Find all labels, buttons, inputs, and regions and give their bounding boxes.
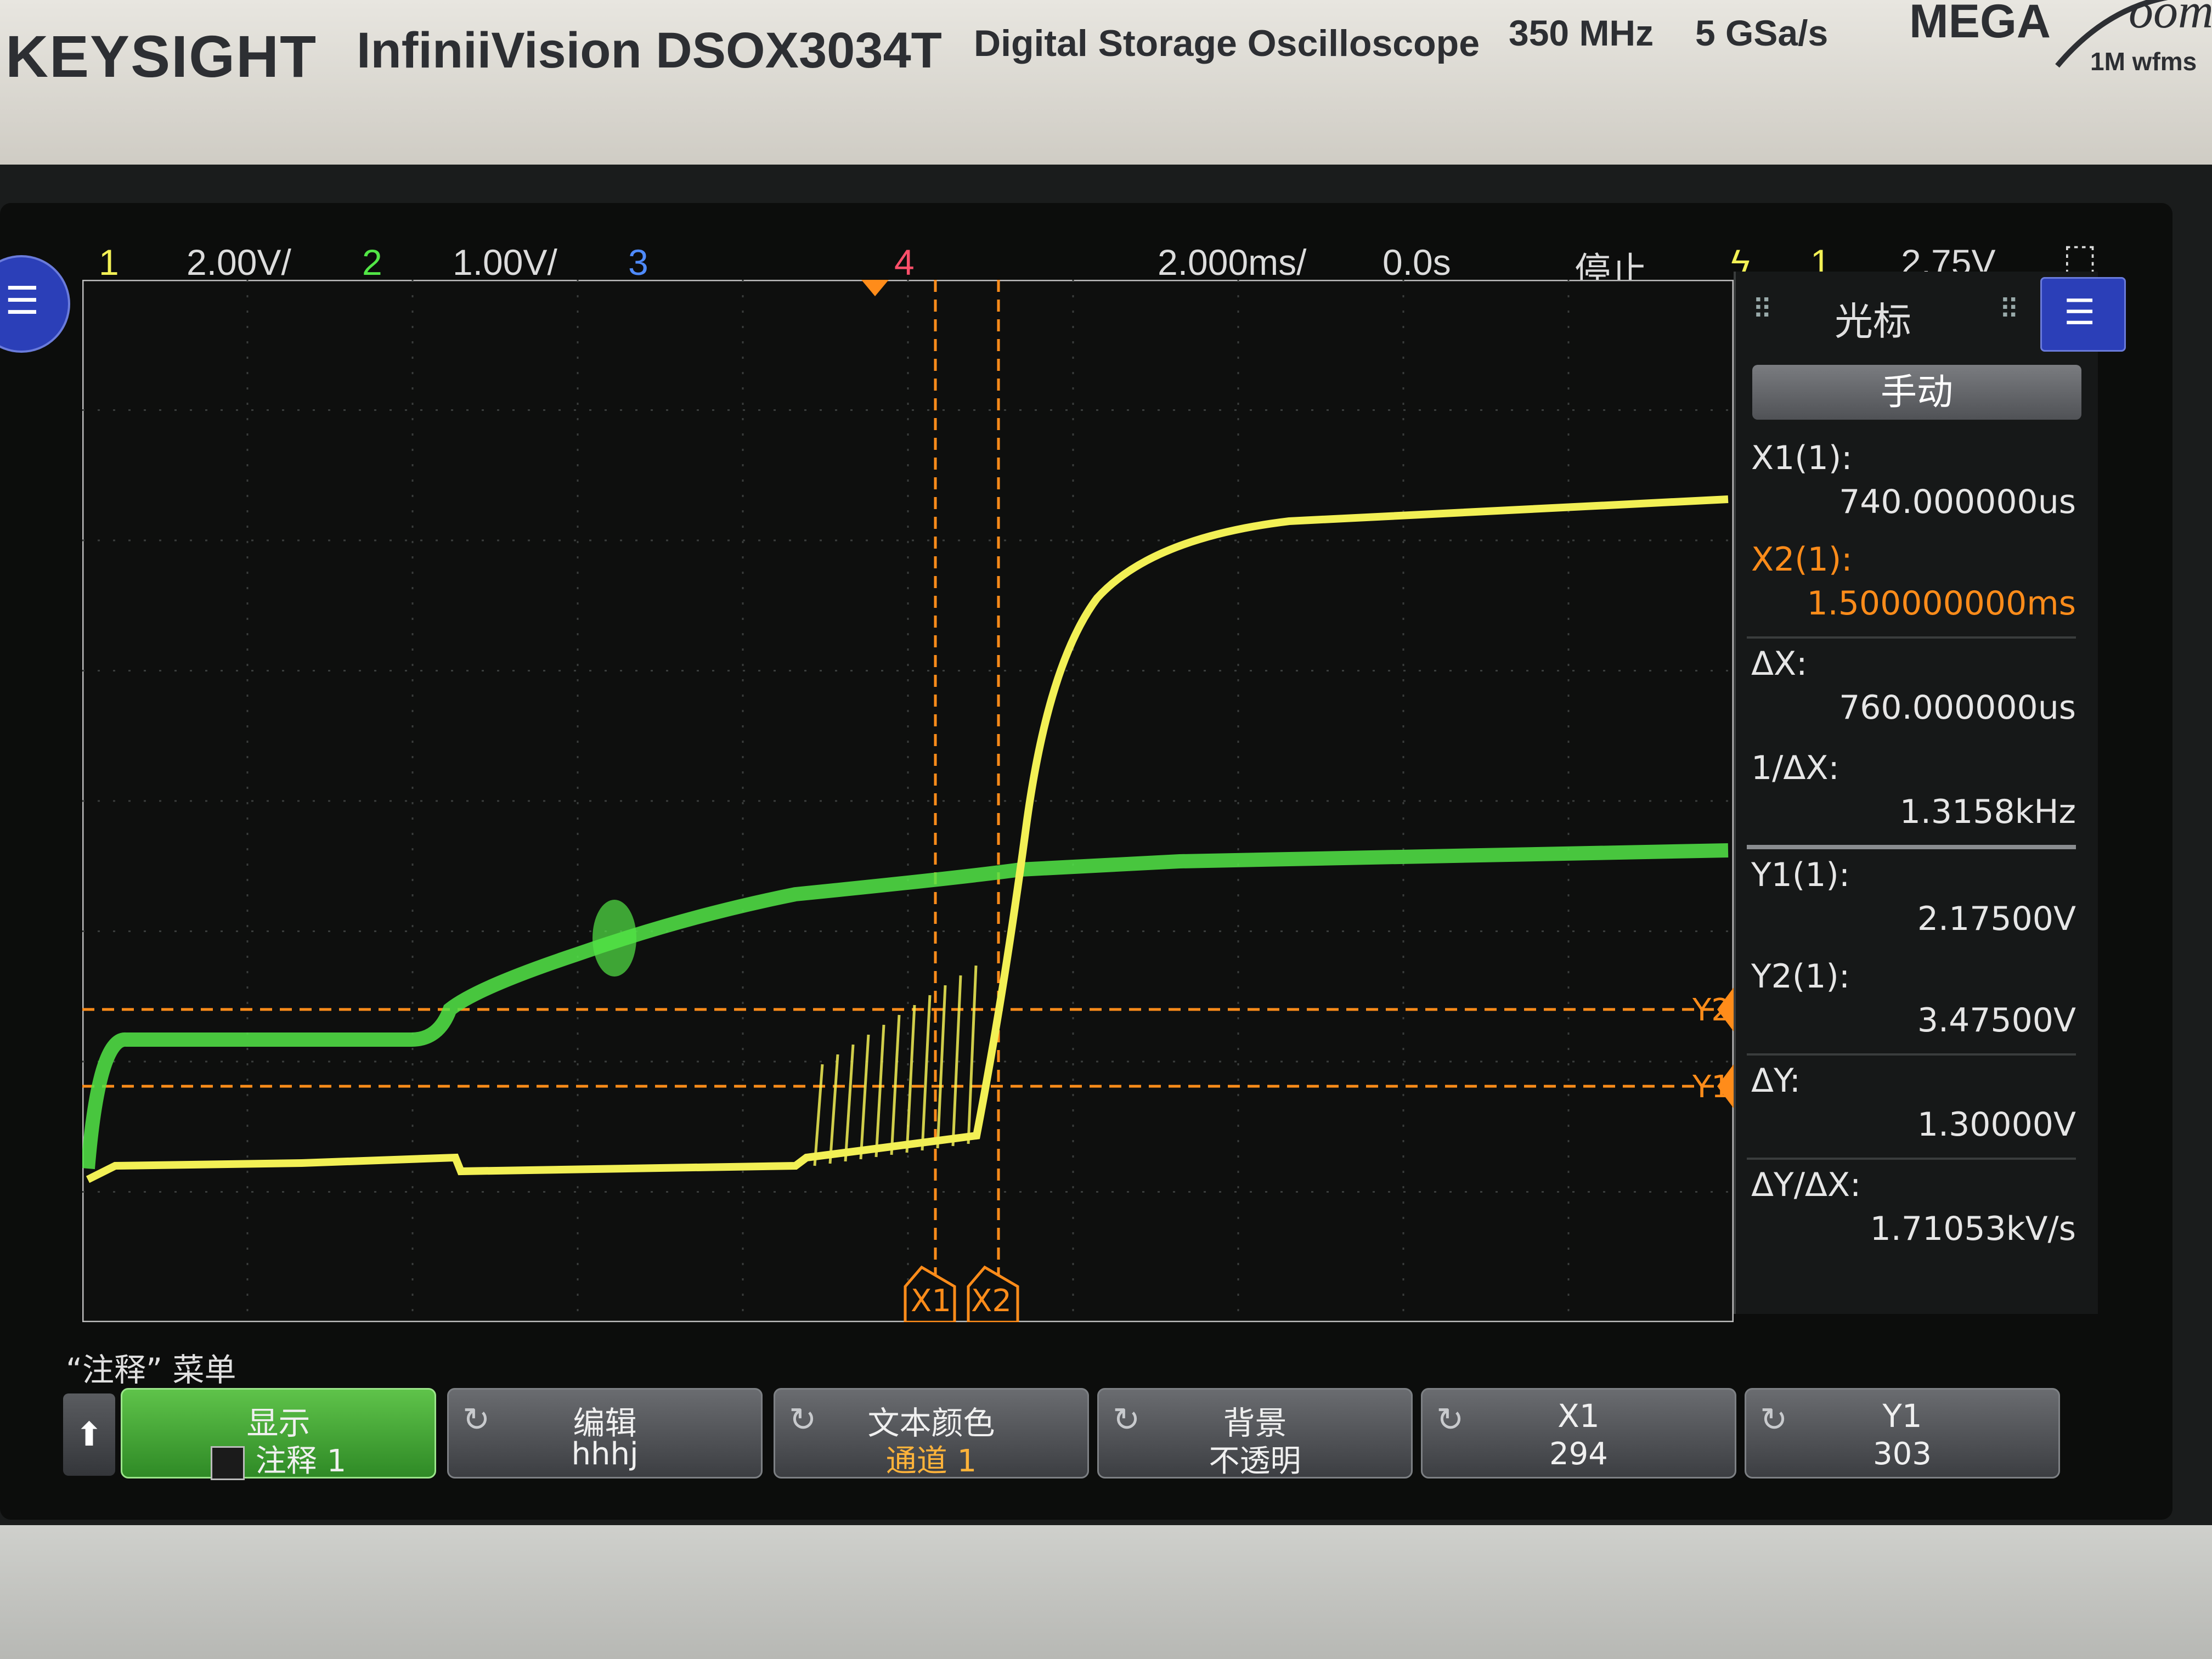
x2-value: 1.500000000ms: [1807, 584, 2076, 623]
model-name: InfiniiVision DSOX3034T: [357, 22, 942, 78]
cursor-y1-tag[interactable]: Y1: [1692, 1064, 1734, 1108]
cursor-y2-tag[interactable]: Y2: [1692, 988, 1734, 1031]
softkey-value: 303: [1873, 1436, 1932, 1472]
svg-text:oom: oom: [2129, 0, 2211, 38]
dy-label: ΔY:: [1751, 1062, 1801, 1100]
cursor-y2-label: Y2: [1692, 992, 1731, 1028]
inv-dx-label: 1/ΔX:: [1751, 749, 1839, 787]
panel-divider: [1747, 845, 2076, 849]
cursor-panel: ⠿ 光标 ⠿ ☰ 手动 X1(1): 740.000000us X2(1): 1…: [1734, 272, 2126, 1314]
panel-divider: [1747, 1053, 2076, 1056]
ch2-scale[interactable]: 1.00V/: [453, 241, 557, 283]
cursor-x1-label: X1: [911, 1283, 951, 1319]
main-menu-key[interactable]: ☰: [0, 255, 70, 353]
softkey-value: 不透明: [1209, 1443, 1301, 1479]
model-description: Digital Storage Oscilloscope: [974, 22, 1480, 64]
instrument-bezel: KEYSIGHT InfiniiVision DSOX3034T Digital…: [0, 0, 2212, 165]
cursor-x2-label: X2: [971, 1283, 1012, 1319]
panel-menu-button[interactable]: ☰: [2040, 277, 2126, 352]
softkey-x1[interactable]: ↻ X1 294: [1421, 1388, 1736, 1479]
dx-value: 760.000000us: [1839, 689, 2076, 727]
panel-divider: [1747, 1158, 2076, 1160]
ch1-scale[interactable]: 2.00V/: [187, 241, 291, 283]
softkey-value: hhhj: [571, 1436, 639, 1472]
brand-logo: KEYSIGHT: [5, 23, 318, 89]
x1-value: 740.000000us: [1839, 483, 2076, 521]
dydx-value: 1.71053kV/s: [1870, 1210, 2076, 1248]
dy-value: 1.30000V: [1917, 1105, 2076, 1144]
ch4-label[interactable]: 4: [894, 241, 915, 283]
waveform-graticule[interactable]: 2 T X1 X2 Y2 Y1: [82, 280, 1734, 1322]
y2-label: Y2(1):: [1751, 957, 1850, 996]
softkey-display[interactable]: 显示 注释 1: [121, 1388, 436, 1480]
dx-label: ΔX:: [1751, 645, 1808, 683]
oscilloscope-display: ☰ 1 2.00V/ 2 1.00V/ 3 4 2.000ms/ 0.0s 停止…: [0, 203, 2172, 1520]
horizontal-delay[interactable]: 0.0s: [1383, 241, 1451, 283]
back-menu-button[interactable]: ⬆: [63, 1393, 115, 1476]
inv-dx-value: 1.3158kHz: [1899, 793, 2076, 831]
x1-label: X1(1):: [1751, 439, 1853, 477]
ch1-label[interactable]: 1: [99, 241, 119, 283]
annotation-checkbox[interactable]: [210, 1446, 245, 1480]
cursor-mode-button[interactable]: 手动: [1752, 365, 2081, 420]
y2-value: 3.47500V: [1917, 1001, 2076, 1040]
panel-divider: [1747, 636, 2076, 639]
softkey-y1[interactable]: ↻ Y1 303: [1745, 1388, 2060, 1479]
drag-handle-icon[interactable]: ⠿: [1999, 294, 2019, 325]
ch3-label[interactable]: 3: [628, 241, 648, 283]
softkey-value: 通道 1: [885, 1443, 977, 1479]
softkey-menu-title: “注释” 菜单: [66, 1351, 236, 1389]
x2-label: X2(1):: [1751, 540, 1853, 579]
menu-icon: ☰: [2064, 292, 2096, 333]
drag-handle-icon[interactable]: ⠿: [1752, 294, 1773, 325]
softkey-text-color[interactable]: ↻ 文本颜色 通道 1: [774, 1388, 1089, 1479]
softkey-value: 294: [1549, 1436, 1608, 1472]
bandwidth-spec: 350 MHz: [1509, 13, 1654, 53]
softkey-label: X1: [1558, 1397, 1600, 1435]
softkey-background[interactable]: ↻ 背景 不透明: [1097, 1388, 1413, 1479]
softkey-edit[interactable]: ↻ 编辑 hhhj: [447, 1388, 763, 1479]
ch2-label[interactable]: 2: [362, 241, 382, 283]
timebase-scale[interactable]: 2.000ms/: [1158, 241, 1306, 283]
ch2-noise-burst: [592, 900, 636, 977]
up-arrow-icon: ⬆: [75, 1415, 103, 1454]
y1-value: 2.17500V: [1917, 900, 2076, 938]
softkey-label: Y1: [1882, 1397, 1922, 1435]
softkey-value: 注释 1: [255, 1443, 347, 1479]
instrument-bezel-bottom: [0, 1525, 2212, 1659]
menu-icon: ☰: [5, 278, 40, 323]
cursor-y1-label: Y1: [1692, 1069, 1731, 1105]
cursor-panel-title: 光标: [1835, 299, 1911, 344]
y1-label: Y1(1):: [1751, 856, 1850, 894]
sample-rate-spec: 5 GSa/s: [1695, 13, 1829, 53]
dydx-label: ΔY/ΔX:: [1751, 1166, 1861, 1204]
